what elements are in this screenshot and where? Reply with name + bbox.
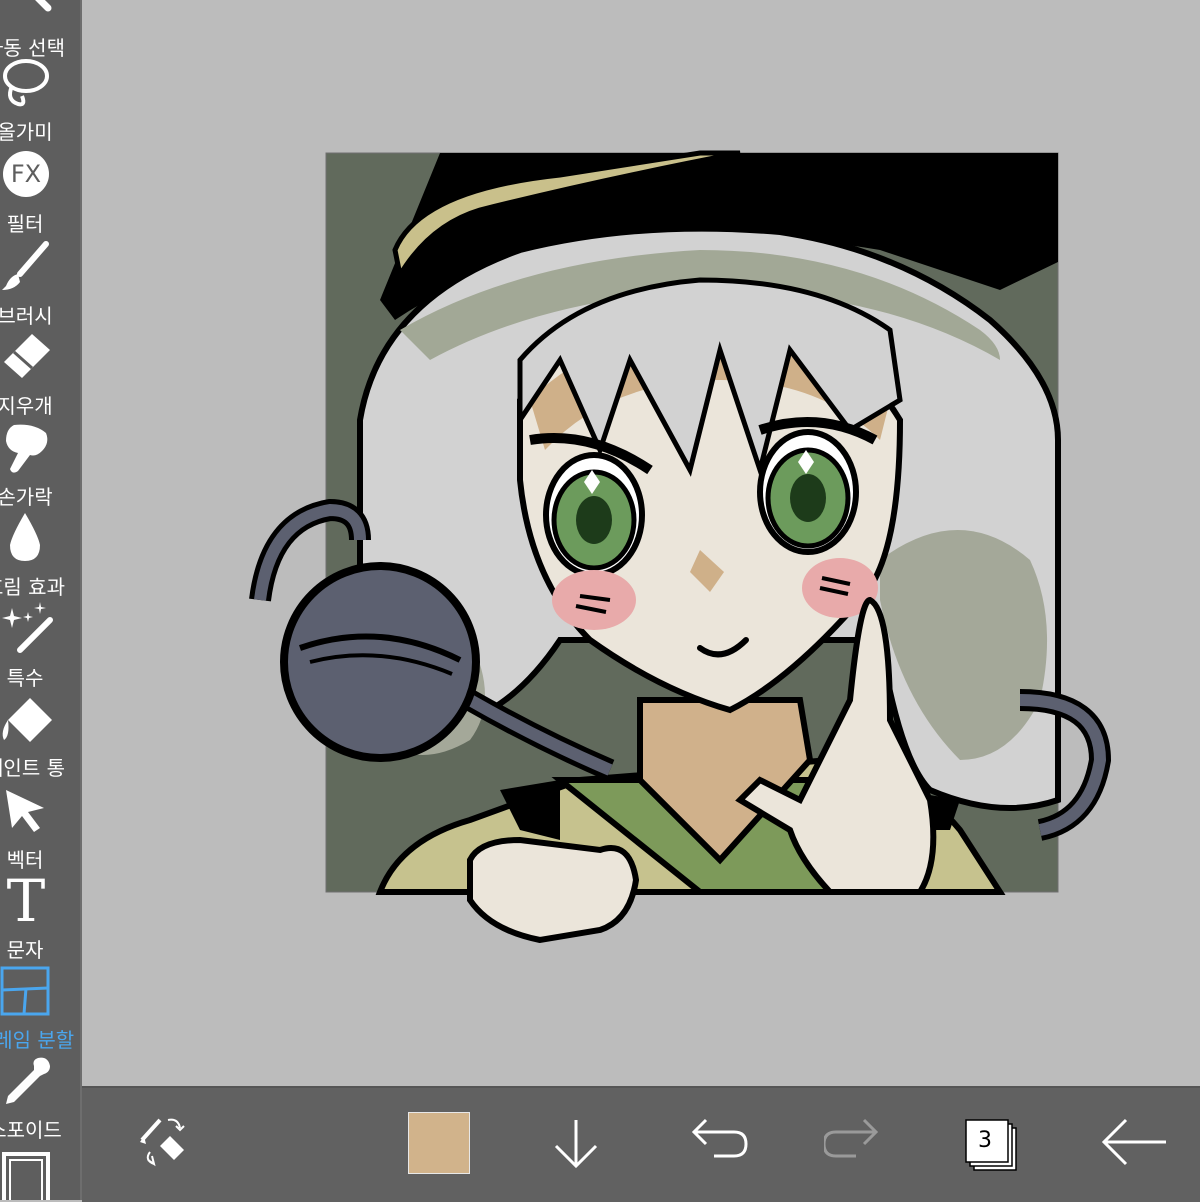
tool-label-lasso: 올가미 xyxy=(0,120,53,144)
tool-label-brush: 브러시 xyxy=(0,304,53,328)
tool-eraser[interactable]: 지우개 xyxy=(0,330,80,420)
back-button[interactable] xyxy=(1092,1106,1172,1186)
eyedropper-icon xyxy=(6,1057,50,1104)
cursor-arrow-icon xyxy=(6,790,44,832)
color-swatch-button[interactable] xyxy=(408,1106,488,1186)
tool-canvas[interactable] xyxy=(0,1146,80,1200)
tool-auto-select[interactable]: 자동 선택 xyxy=(0,0,80,62)
text-tool-icon: T xyxy=(6,867,46,935)
tool-vector[interactable]: 벡터 xyxy=(0,784,80,874)
back-arrow-icon xyxy=(1101,1118,1166,1166)
tool-special[interactable]: 특수 xyxy=(0,602,80,692)
canvas-frame-icon xyxy=(2,1152,50,1200)
tool-paint-bucket[interactable]: 페인트 통 xyxy=(0,692,80,782)
tool-label-smudge: 손가락 xyxy=(0,485,53,509)
down-arrow-icon xyxy=(554,1120,598,1169)
paint-bucket-icon xyxy=(2,698,52,742)
tool-lasso[interactable]: 올가미 xyxy=(0,56,80,146)
eraser-icon xyxy=(4,334,50,378)
tool-filter[interactable]: FX 필터 xyxy=(0,148,80,238)
tool-label-paint-bucket: 페인트 통 xyxy=(0,756,65,780)
tool-label-filter: 필터 xyxy=(6,212,44,236)
layer-count: 3 xyxy=(978,1128,992,1153)
tool-label-frame-divide: 프레임 분할 xyxy=(0,1028,75,1052)
tool-brush[interactable]: 브러시 xyxy=(0,240,80,330)
lasso-icon xyxy=(3,59,49,107)
redo-button[interactable] xyxy=(824,1106,904,1186)
magic-wand-icon xyxy=(35,0,52,12)
tool-blur[interactable]: 흐림 효과 xyxy=(0,511,80,601)
tool-text[interactable]: T 문자 xyxy=(0,868,80,964)
tool-label-special: 특수 xyxy=(6,666,44,690)
redo-icon xyxy=(824,1118,879,1158)
undo-icon xyxy=(691,1118,748,1158)
water-drop-icon xyxy=(10,513,40,561)
tool-label-eyedropper: 스포이드 xyxy=(0,1118,62,1142)
frame-divide-icon xyxy=(0,966,50,1016)
tool-smudge[interactable]: 손가락 xyxy=(0,421,80,511)
tool-label-blur: 흐림 효과 xyxy=(0,575,65,599)
current-color-swatch xyxy=(408,1112,470,1174)
drawing-canvas[interactable] xyxy=(82,0,1200,1086)
tool-label-text: 문자 xyxy=(6,938,44,962)
tool-eyedropper[interactable]: 스포이드 xyxy=(0,1054,80,1144)
fx-icon-text: FX xyxy=(10,160,42,188)
layers-button[interactable]: 3 xyxy=(952,1106,1032,1186)
tool-frame-divide[interactable]: 프레임 분할 xyxy=(0,964,80,1054)
brush-eraser-switch-button[interactable] xyxy=(134,1106,214,1186)
bottom-toolbar: 3 xyxy=(82,1086,1200,1202)
artwork-illustration xyxy=(249,150,1112,944)
undo-button[interactable] xyxy=(690,1106,770,1186)
tool-sidebar: 자동 선택 올가미 FX 필터 브러시 지우개 손가락 xyxy=(0,0,82,1200)
brush-icon xyxy=(2,241,49,290)
brush-eraser-swap-icon xyxy=(140,1118,185,1167)
finger-smudge-icon xyxy=(6,424,48,473)
tool-label-eraser: 지우개 xyxy=(0,394,53,418)
sparkle-wand-icon xyxy=(2,602,53,653)
merge-down-button[interactable] xyxy=(552,1106,632,1186)
